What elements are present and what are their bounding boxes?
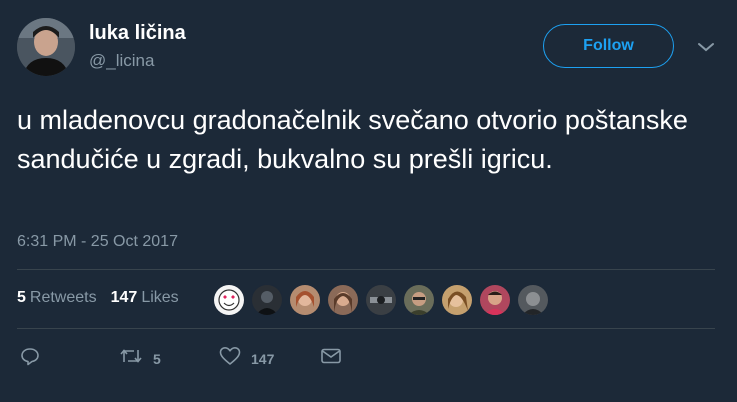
liker-avatar[interactable] — [517, 284, 549, 316]
liker-avatars — [213, 284, 555, 316]
retweets-label[interactable]: Retweets — [30, 289, 97, 307]
retweet-count: 5 — [153, 350, 161, 367]
avatar[interactable] — [17, 18, 75, 76]
liker-avatar[interactable] — [479, 284, 511, 316]
liker-avatar[interactable] — [441, 284, 473, 316]
engagement-stats: 5 Retweets 147 Likes — [17, 289, 179, 307]
tweet-timestamp[interactable]: 6:31 PM - 25 Oct 2017 — [17, 233, 178, 251]
divider — [17, 328, 715, 329]
liker-avatar[interactable] — [251, 284, 283, 316]
reply-button[interactable] — [20, 346, 40, 371]
divider — [17, 269, 715, 270]
heart-icon — [219, 346, 241, 371]
like-count: 147 — [251, 350, 275, 367]
liker-avatar[interactable] — [213, 284, 245, 316]
chevron-down-icon[interactable] — [697, 40, 715, 54]
reply-icon — [20, 346, 40, 371]
envelope-icon — [320, 346, 342, 371]
retweet-icon — [119, 346, 143, 371]
retweets-count[interactable]: 5 — [17, 289, 26, 307]
tweet-text: u mladenovcu gradonačelnik svečano otvor… — [17, 105, 688, 174]
display-name[interactable]: luka ličina — [89, 22, 186, 45]
tweet-card: luka ličina @_licina Follow u mladenovcu… — [0, 0, 737, 402]
liker-avatar[interactable] — [365, 284, 397, 316]
follow-button[interactable]: Follow — [543, 24, 674, 68]
likes-label[interactable]: Likes — [141, 289, 178, 307]
user-handle[interactable]: @_licina — [89, 51, 154, 71]
liker-avatar[interactable] — [327, 284, 359, 316]
likes-count[interactable]: 147 — [111, 289, 138, 307]
liker-avatar[interactable] — [289, 284, 321, 316]
liker-avatar[interactable] — [403, 284, 435, 316]
like-button[interactable]: 147 — [219, 346, 274, 371]
retweet-button[interactable]: 5 — [119, 346, 161, 371]
direct-message-button[interactable] — [320, 346, 342, 371]
tweet-actions: 5 147 — [20, 346, 360, 370]
